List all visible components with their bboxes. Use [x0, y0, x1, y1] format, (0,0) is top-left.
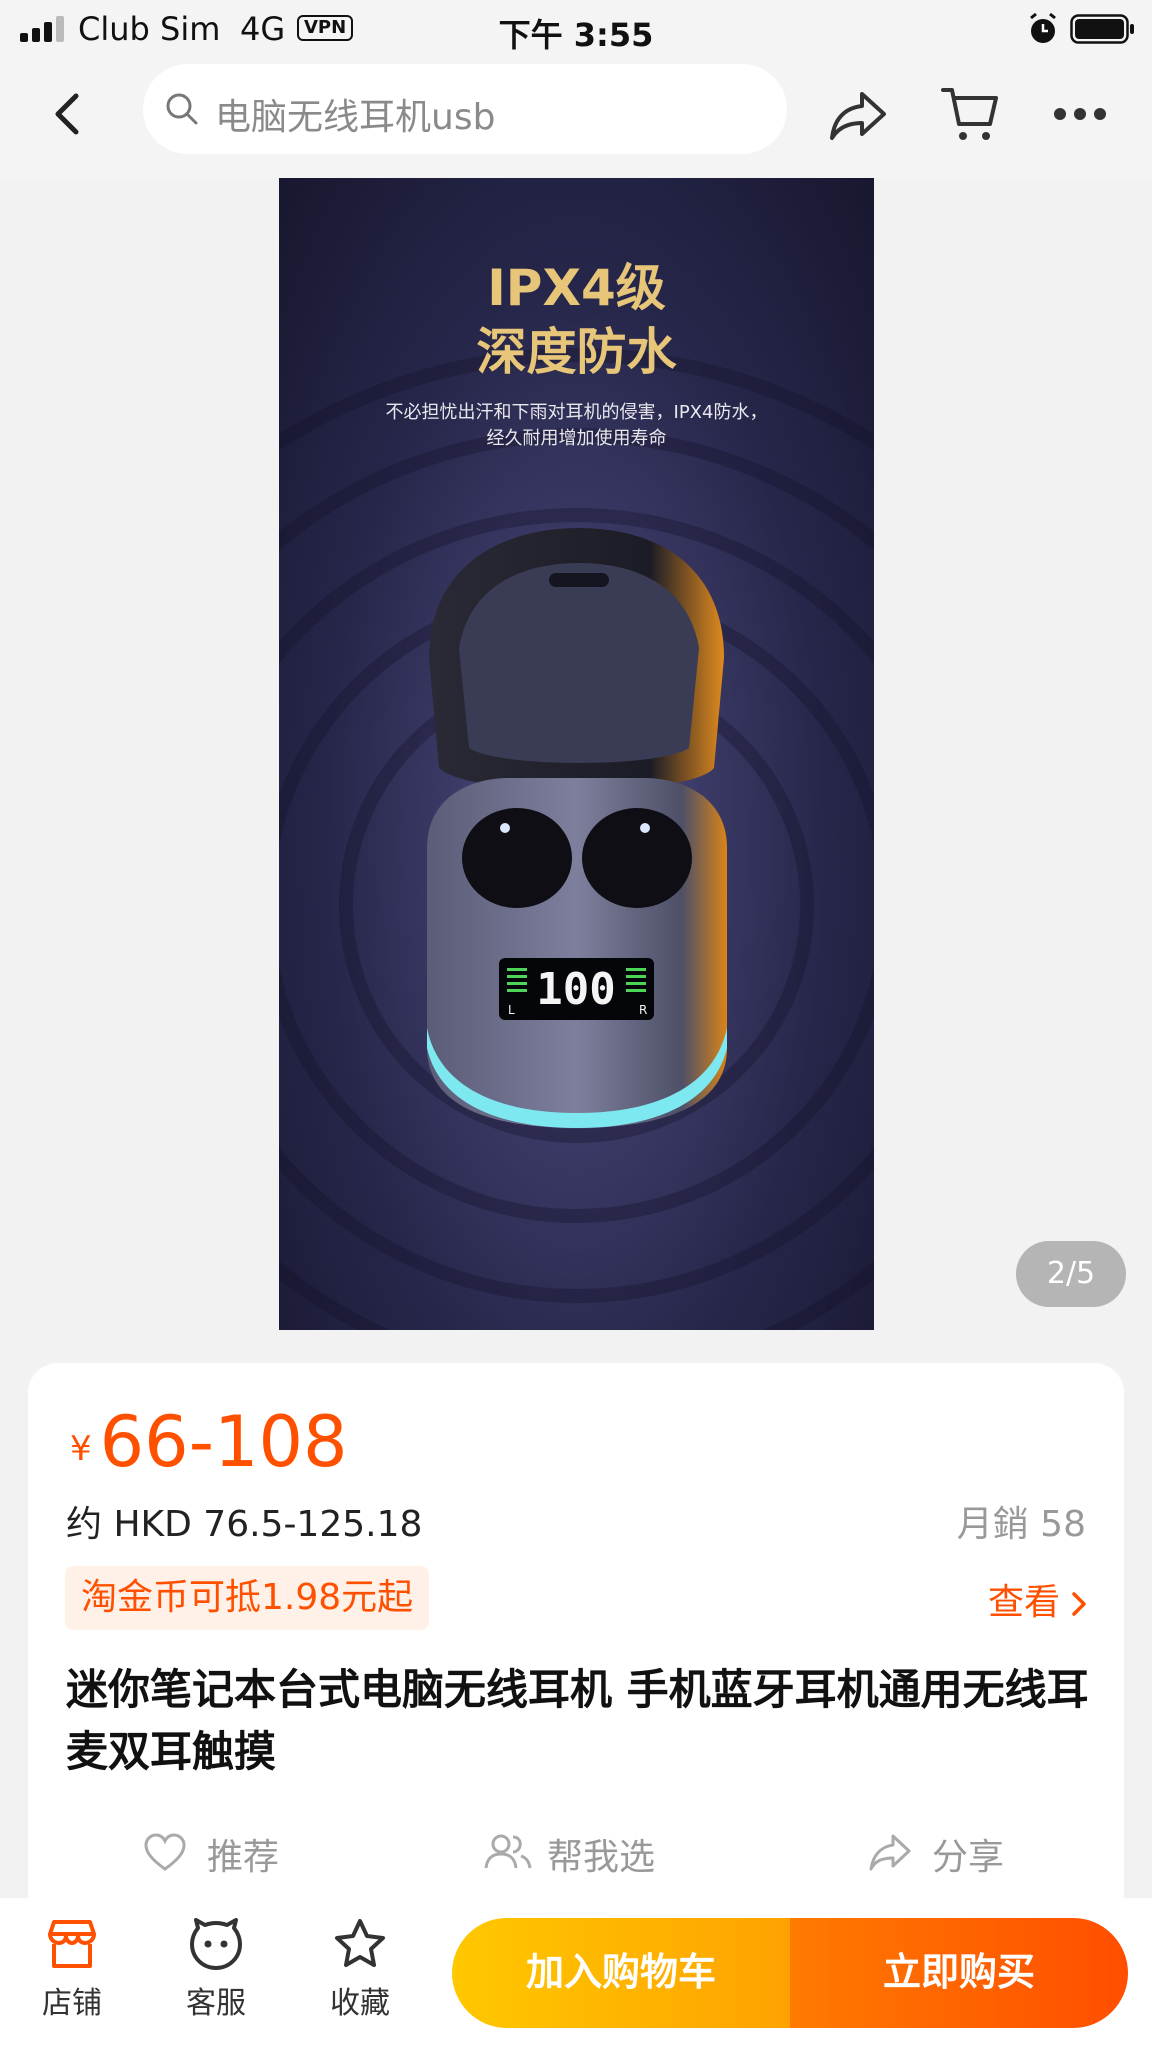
battery-display-value: 100 — [536, 964, 615, 1015]
product-image[interactable]: IPX4级 深度防水 不必担忧出汗和下雨对耳机的侵害，IPX4防水， 经久耐用增… — [279, 178, 874, 1330]
service-label: 客服 — [186, 1986, 246, 2021]
search-query: 电脑无线耳机usb — [215, 97, 496, 138]
price: ¥66-108 — [70, 1401, 348, 1483]
status-bar: Club Sim 4G VPN 下午 3:55 — [0, 0, 1152, 58]
product-actions: 推荐 帮我选 分享 — [28, 1818, 1124, 1888]
back-icon[interactable] — [46, 88, 92, 140]
chevron-right-icon — [1072, 1592, 1086, 1616]
clock: 下午 3:55 — [498, 16, 654, 54]
alarm-icon — [1030, 12, 1056, 43]
image-subtext: 不必担忧出汗和下雨对耳机的侵害，IPX4防水， — [385, 402, 768, 423]
coin-discount-badge[interactable]: 淘金币可抵1.98元起 — [65, 1566, 430, 1630]
service-icon — [190, 1918, 242, 1970]
favorite-label: 收藏 — [330, 1986, 390, 2021]
product-title: 迷你笔记本台式电脑无线耳机 手机蓝牙耳机通用无线耳麦双耳触摸 — [66, 1665, 1089, 1776]
monthly-sales: 月銷 58 — [956, 1504, 1086, 1545]
share-icon — [869, 1834, 911, 1871]
people-icon — [484, 1834, 532, 1869]
store-icon — [48, 1920, 96, 1968]
currency-symbol: ¥ — [70, 1429, 92, 1469]
share-label: 分享 — [932, 1837, 1005, 1878]
hkd-price: 约 HKD 76.5-125.18 — [66, 1504, 423, 1545]
cart-icon[interactable] — [940, 84, 1000, 144]
store-label: 店铺 — [42, 1986, 102, 2021]
favorite-button[interactable]: 收藏 — [310, 1918, 410, 2028]
help-choose-label: 帮我选 — [547, 1837, 656, 1878]
gallery-page-indicator: 2/5 — [1016, 1241, 1126, 1307]
image-headline: IPX4级 — [487, 259, 666, 317]
customer-service-button[interactable]: 客服 — [166, 1918, 266, 2028]
image-headline-2: 深度防水 — [476, 323, 677, 381]
price-value: 66-108 — [99, 1401, 348, 1483]
more-icon[interactable] — [1052, 106, 1108, 122]
view-label: 查看 — [987, 1582, 1060, 1623]
search-input[interactable]: 电脑无线耳机usb — [143, 64, 787, 154]
share-icon[interactable] — [828, 88, 888, 142]
image-subtext-2: 经久耐用增加使用寿命 — [486, 428, 667, 449]
search-icon — [166, 93, 198, 125]
earbuds-case-illustration: 100 L R — [427, 528, 727, 1128]
buy-now-button[interactable]: 立即购买 — [790, 1918, 1128, 2028]
add-to-cart-button[interactable]: 加入购物车 — [452, 1918, 790, 2028]
battery-icon — [1070, 14, 1134, 44]
recommend-label: 推荐 — [207, 1837, 280, 1878]
view-offer-link[interactable]: 查看 — [988, 1573, 1088, 1625]
display-right-label: R — [639, 1003, 647, 1017]
product-info-card: ¥66-108 约 HKD 76.5-125.18 月銷 58 淘金币可抵1.9… — [28, 1363, 1124, 1923]
bottom-action-bar: 店铺 客服 收藏 加入购物车 立即购买 — [0, 1898, 1152, 2048]
product-gallery[interactable]: IPX4级 深度防水 不必担忧出汗和下雨对耳机的侵害，IPX4防水， 经久耐用增… — [0, 178, 1152, 1330]
star-icon — [335, 1919, 385, 1967]
store-button[interactable]: 店铺 — [22, 1918, 122, 2028]
display-left-label: L — [508, 1003, 515, 1017]
heart-icon — [144, 1833, 186, 1871]
top-nav-bar: 电脑无线耳机usb — [0, 58, 1152, 178]
